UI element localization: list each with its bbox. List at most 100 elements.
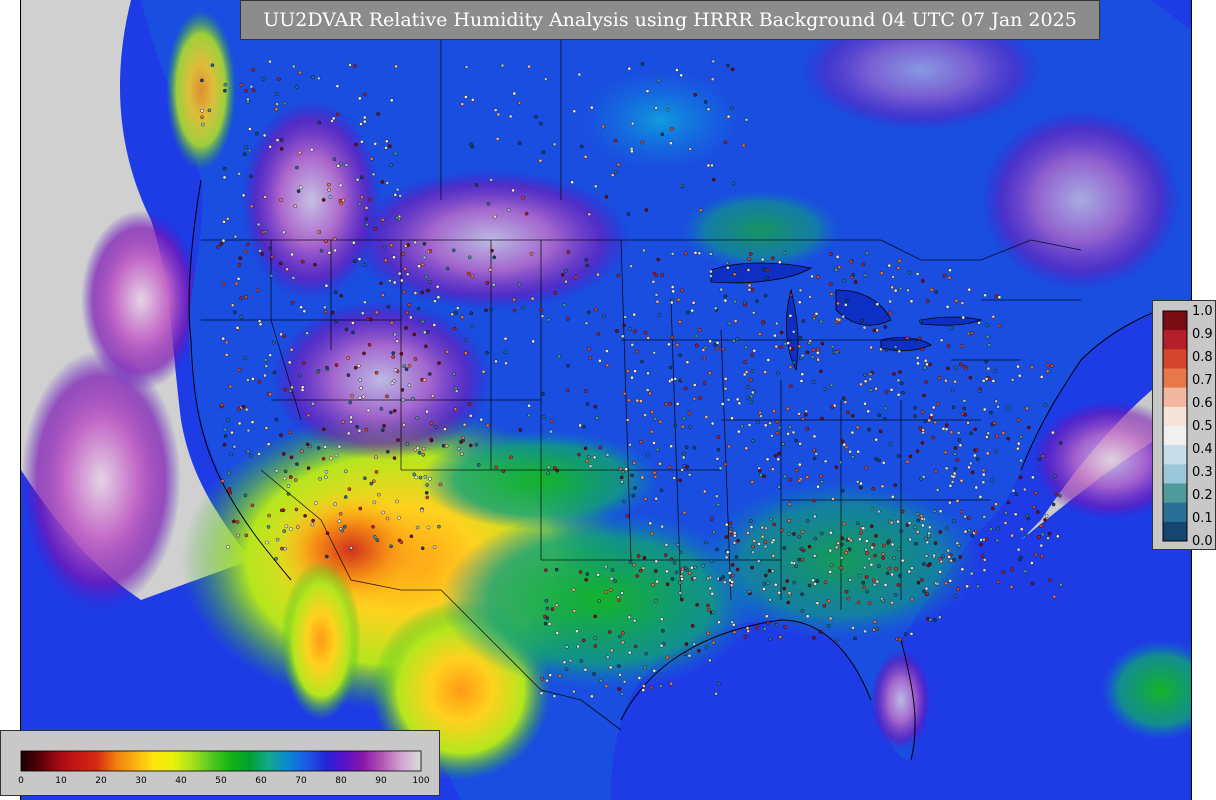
observation-dot (983, 293, 987, 298)
observation-dot (932, 509, 937, 514)
observation-dot (712, 530, 716, 535)
observation-dot (763, 370, 767, 374)
observation-dot (250, 420, 255, 424)
observation-dot (588, 464, 593, 468)
observation-dot (584, 258, 589, 262)
observation-dot (844, 303, 848, 307)
observation-dot (859, 481, 863, 486)
observation-dot (841, 396, 846, 401)
observation-dot (652, 350, 657, 355)
observation-dot (893, 345, 898, 349)
observation-dot (596, 573, 601, 577)
observation-dot (308, 444, 312, 449)
observation-dot (653, 416, 658, 421)
observation-dot (721, 575, 726, 579)
observation-dot (982, 407, 987, 412)
observation-dot (967, 528, 972, 533)
observation-dot (321, 456, 326, 461)
observation-dot (893, 483, 898, 487)
observation-dot (897, 547, 902, 552)
observation-dot (692, 445, 697, 450)
observation-dot (379, 281, 383, 286)
observation-dot (684, 445, 689, 449)
observation-dot (762, 474, 766, 479)
observation-dot (639, 440, 644, 445)
observation-dot (251, 377, 255, 381)
observation-dot (678, 478, 683, 483)
observation-dot (869, 345, 873, 350)
observation-dot (925, 362, 929, 367)
observation-dot (660, 524, 664, 529)
observation-dot (794, 438, 798, 443)
observation-dot (914, 541, 918, 546)
observation-dot (512, 91, 517, 96)
observation-dot (781, 441, 786, 446)
observation-dot (380, 428, 385, 432)
observation-dot (554, 567, 559, 572)
observation-dot (402, 290, 407, 294)
observation-dot (249, 454, 253, 458)
observation-dot (650, 531, 654, 536)
observation-dot (479, 417, 484, 422)
observation-dot (1030, 581, 1035, 586)
observation-dot (786, 341, 791, 345)
observation-dot (711, 59, 716, 64)
observation-dot (670, 285, 675, 289)
observation-dot (620, 692, 624, 697)
observation-dot (797, 412, 801, 416)
observation-dot (928, 617, 933, 622)
observation-dot (222, 166, 227, 171)
observation-dot (785, 579, 790, 583)
observation-dot (319, 248, 324, 253)
ob-legend-label: 0.1 (1192, 511, 1213, 526)
observation-dot (856, 449, 861, 454)
observation-dot (216, 244, 220, 249)
observation-dot (765, 614, 769, 619)
observation-dot (834, 465, 839, 470)
observation-dot (1001, 570, 1006, 575)
observation-dot (233, 234, 238, 239)
observation-dot (283, 469, 288, 474)
observation-dot (1051, 430, 1055, 435)
rh-analysis-map (20, 0, 1192, 800)
observation-dot (982, 515, 987, 519)
observation-dot (389, 163, 394, 167)
observation-dot (327, 187, 331, 192)
observation-dot (1014, 492, 1019, 497)
observation-dot (353, 365, 358, 370)
observation-dot (798, 288, 803, 293)
observation-dot (896, 519, 900, 524)
observation-dot (919, 514, 924, 518)
observation-dot (1039, 524, 1044, 528)
observation-dot (362, 115, 367, 120)
observation-dot (460, 315, 465, 319)
observation-dot (961, 315, 966, 320)
observation-dot (755, 299, 759, 303)
observation-dot (887, 263, 892, 268)
ob-legend-label: 0.0 (1192, 534, 1213, 549)
observation-dot (255, 288, 260, 293)
observation-dot (865, 589, 870, 594)
observation-dot (685, 464, 689, 469)
observation-dot (1019, 527, 1024, 532)
observation-dot (642, 248, 646, 253)
observation-dot (944, 423, 949, 428)
observation-dot (429, 421, 434, 426)
observation-dot (243, 249, 248, 254)
observation-dot (234, 281, 239, 286)
observation-dot (875, 579, 880, 584)
observation-dot (590, 105, 594, 110)
observation-dot (764, 573, 768, 578)
observation-dot (333, 290, 338, 295)
rh-colorbar-tick: 40 (175, 776, 187, 786)
observation-dot (404, 367, 409, 372)
observation-dot (889, 387, 894, 392)
observation-dot (798, 335, 803, 340)
observation-dot (951, 405, 956, 410)
observation-dot (913, 405, 917, 410)
observation-dot (283, 546, 287, 551)
observation-dot (927, 534, 931, 539)
observation-dot (339, 201, 344, 206)
observation-dot (923, 358, 928, 363)
observation-dot (741, 143, 746, 148)
